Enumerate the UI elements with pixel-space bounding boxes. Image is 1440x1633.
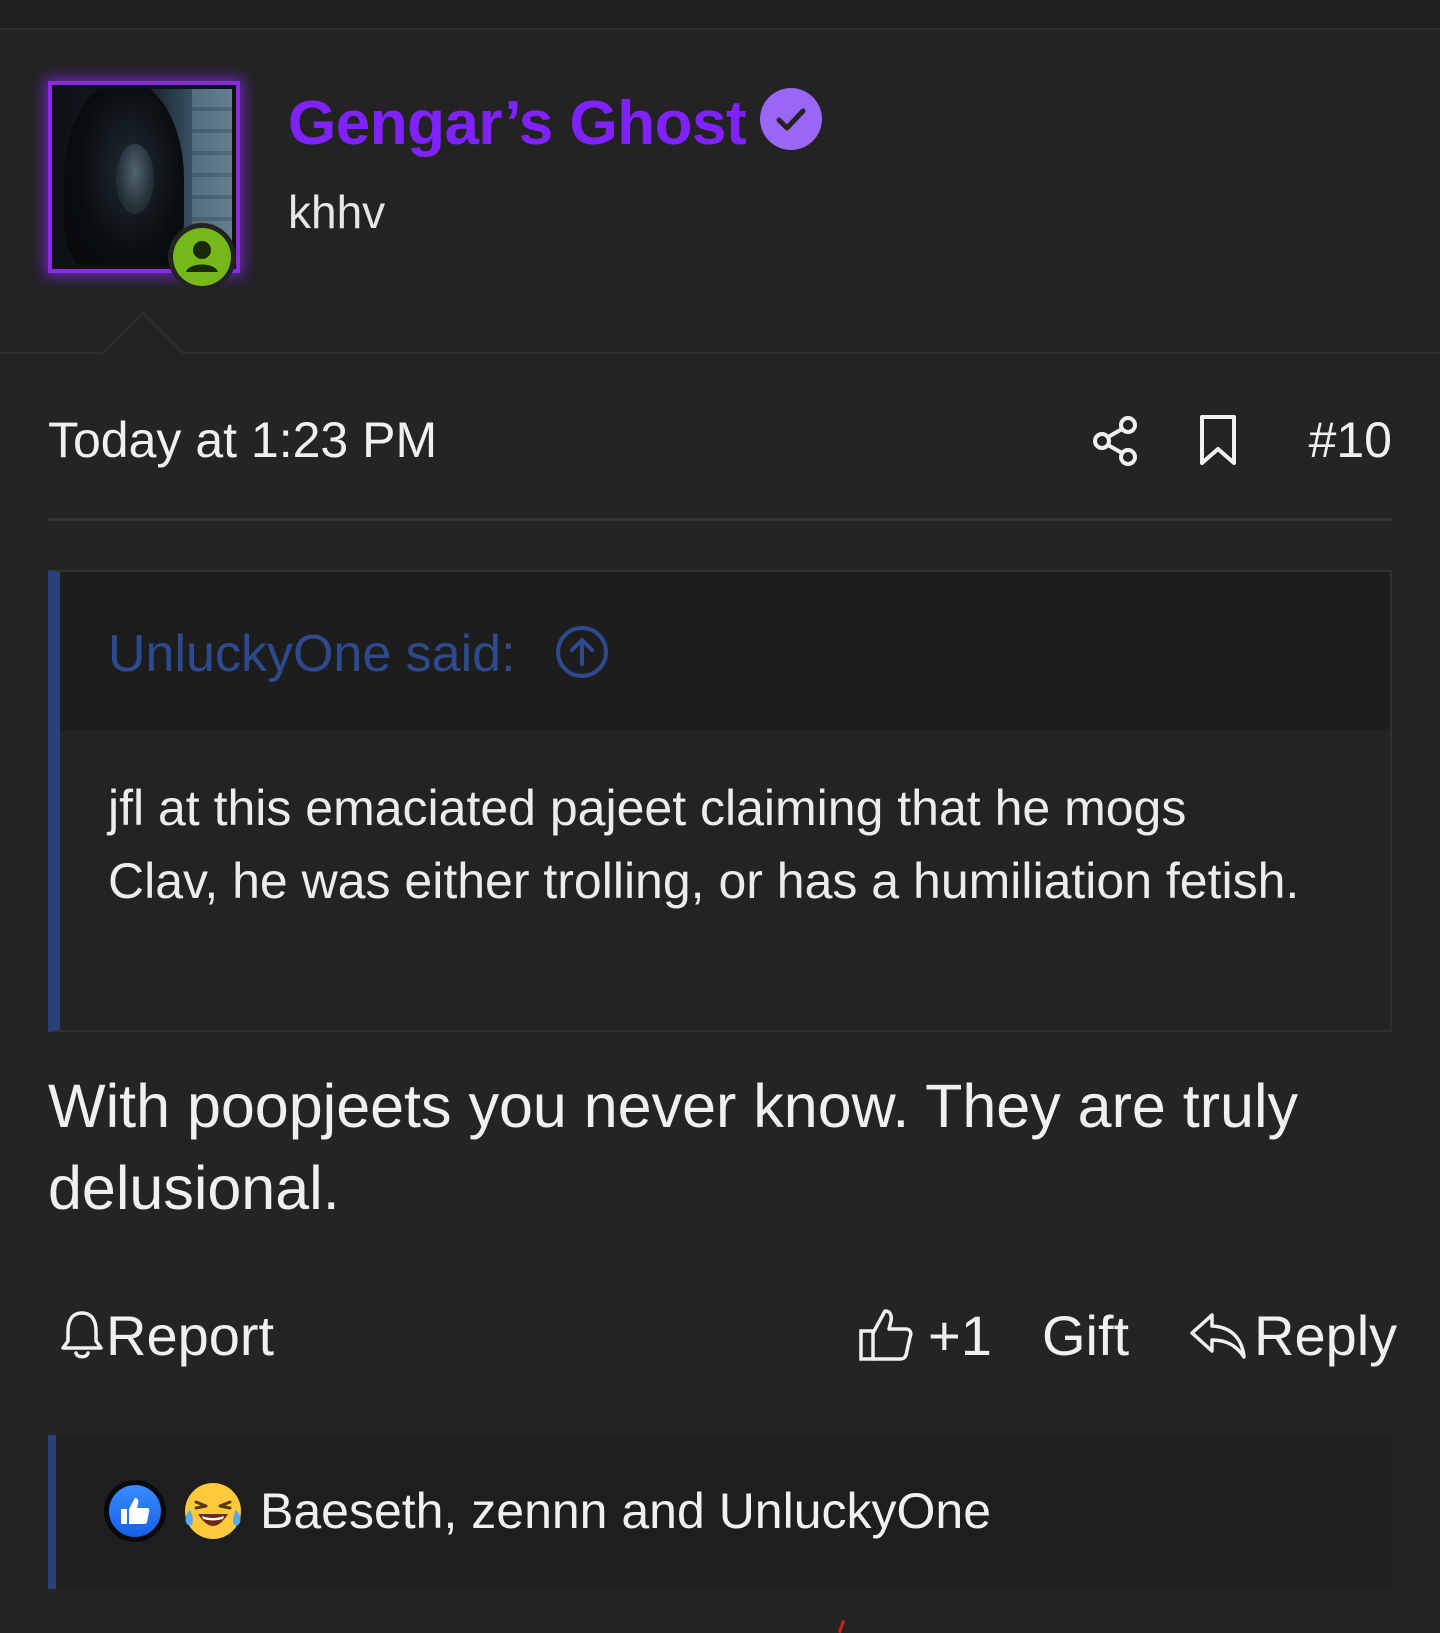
decorative-mark — [837, 1619, 846, 1633]
post-date[interactable]: Today at 1:23 PM — [48, 405, 437, 475]
divider — [48, 518, 1392, 521]
user-title: khhv — [288, 186, 386, 238]
arrow-up-circle-icon[interactable] — [554, 624, 610, 680]
reaction-users-link[interactable]: Baeseth, zennn and UnluckyOne — [260, 1479, 991, 1543]
quote-author-link[interactable]: UnluckyOne said: — [108, 624, 516, 684]
bookmark-icon[interactable] — [1198, 413, 1238, 469]
post-number-link[interactable]: #10 — [1309, 405, 1392, 475]
username[interactable]: Gengar’s Ghost — [288, 88, 747, 160]
gift-button[interactable]: Gift — [1042, 1295, 1129, 1375]
like-count: +1 — [928, 1303, 992, 1367]
quote-block: UnluckyOne said: jfl at this emaciated p… — [48, 570, 1392, 1032]
laugh-reaction-icon — [182, 1480, 244, 1542]
report-label: Report — [106, 1303, 275, 1367]
bell-icon — [61, 1311, 103, 1359]
quote-header: UnluckyOne said: — [60, 572, 1390, 730]
reply-label: Reply — [1254, 1303, 1398, 1367]
reply-button[interactable]: Reply — [1188, 1295, 1397, 1375]
user-header-pointer — [100, 312, 184, 356]
user-online-icon — [173, 228, 231, 286]
like-button[interactable]: +1 — [856, 1295, 992, 1375]
report-button[interactable]: Report — [58, 1295, 274, 1375]
post-meta: Today at 1:23 PM #10 — [48, 405, 1392, 475]
post-actions: Report +1 Gift Reply — [48, 1295, 1397, 1375]
quote-text: jfl at this emaciated pajeet claiming th… — [108, 780, 1300, 909]
top-bar — [0, 0, 1440, 30]
like-reaction-icon — [104, 1480, 166, 1542]
post-body: With poopjeets you never know. They are … — [48, 1072, 1299, 1222]
reply-arrow-icon — [1190, 1313, 1246, 1359]
thumbs-up-icon — [859, 1309, 913, 1361]
reactions-bar[interactable]: Baeseth, zennn and UnluckyOne — [48, 1435, 1392, 1589]
online-status-badge — [168, 223, 236, 291]
share-icon[interactable] — [1088, 413, 1144, 469]
verified-check-icon — [760, 88, 822, 150]
